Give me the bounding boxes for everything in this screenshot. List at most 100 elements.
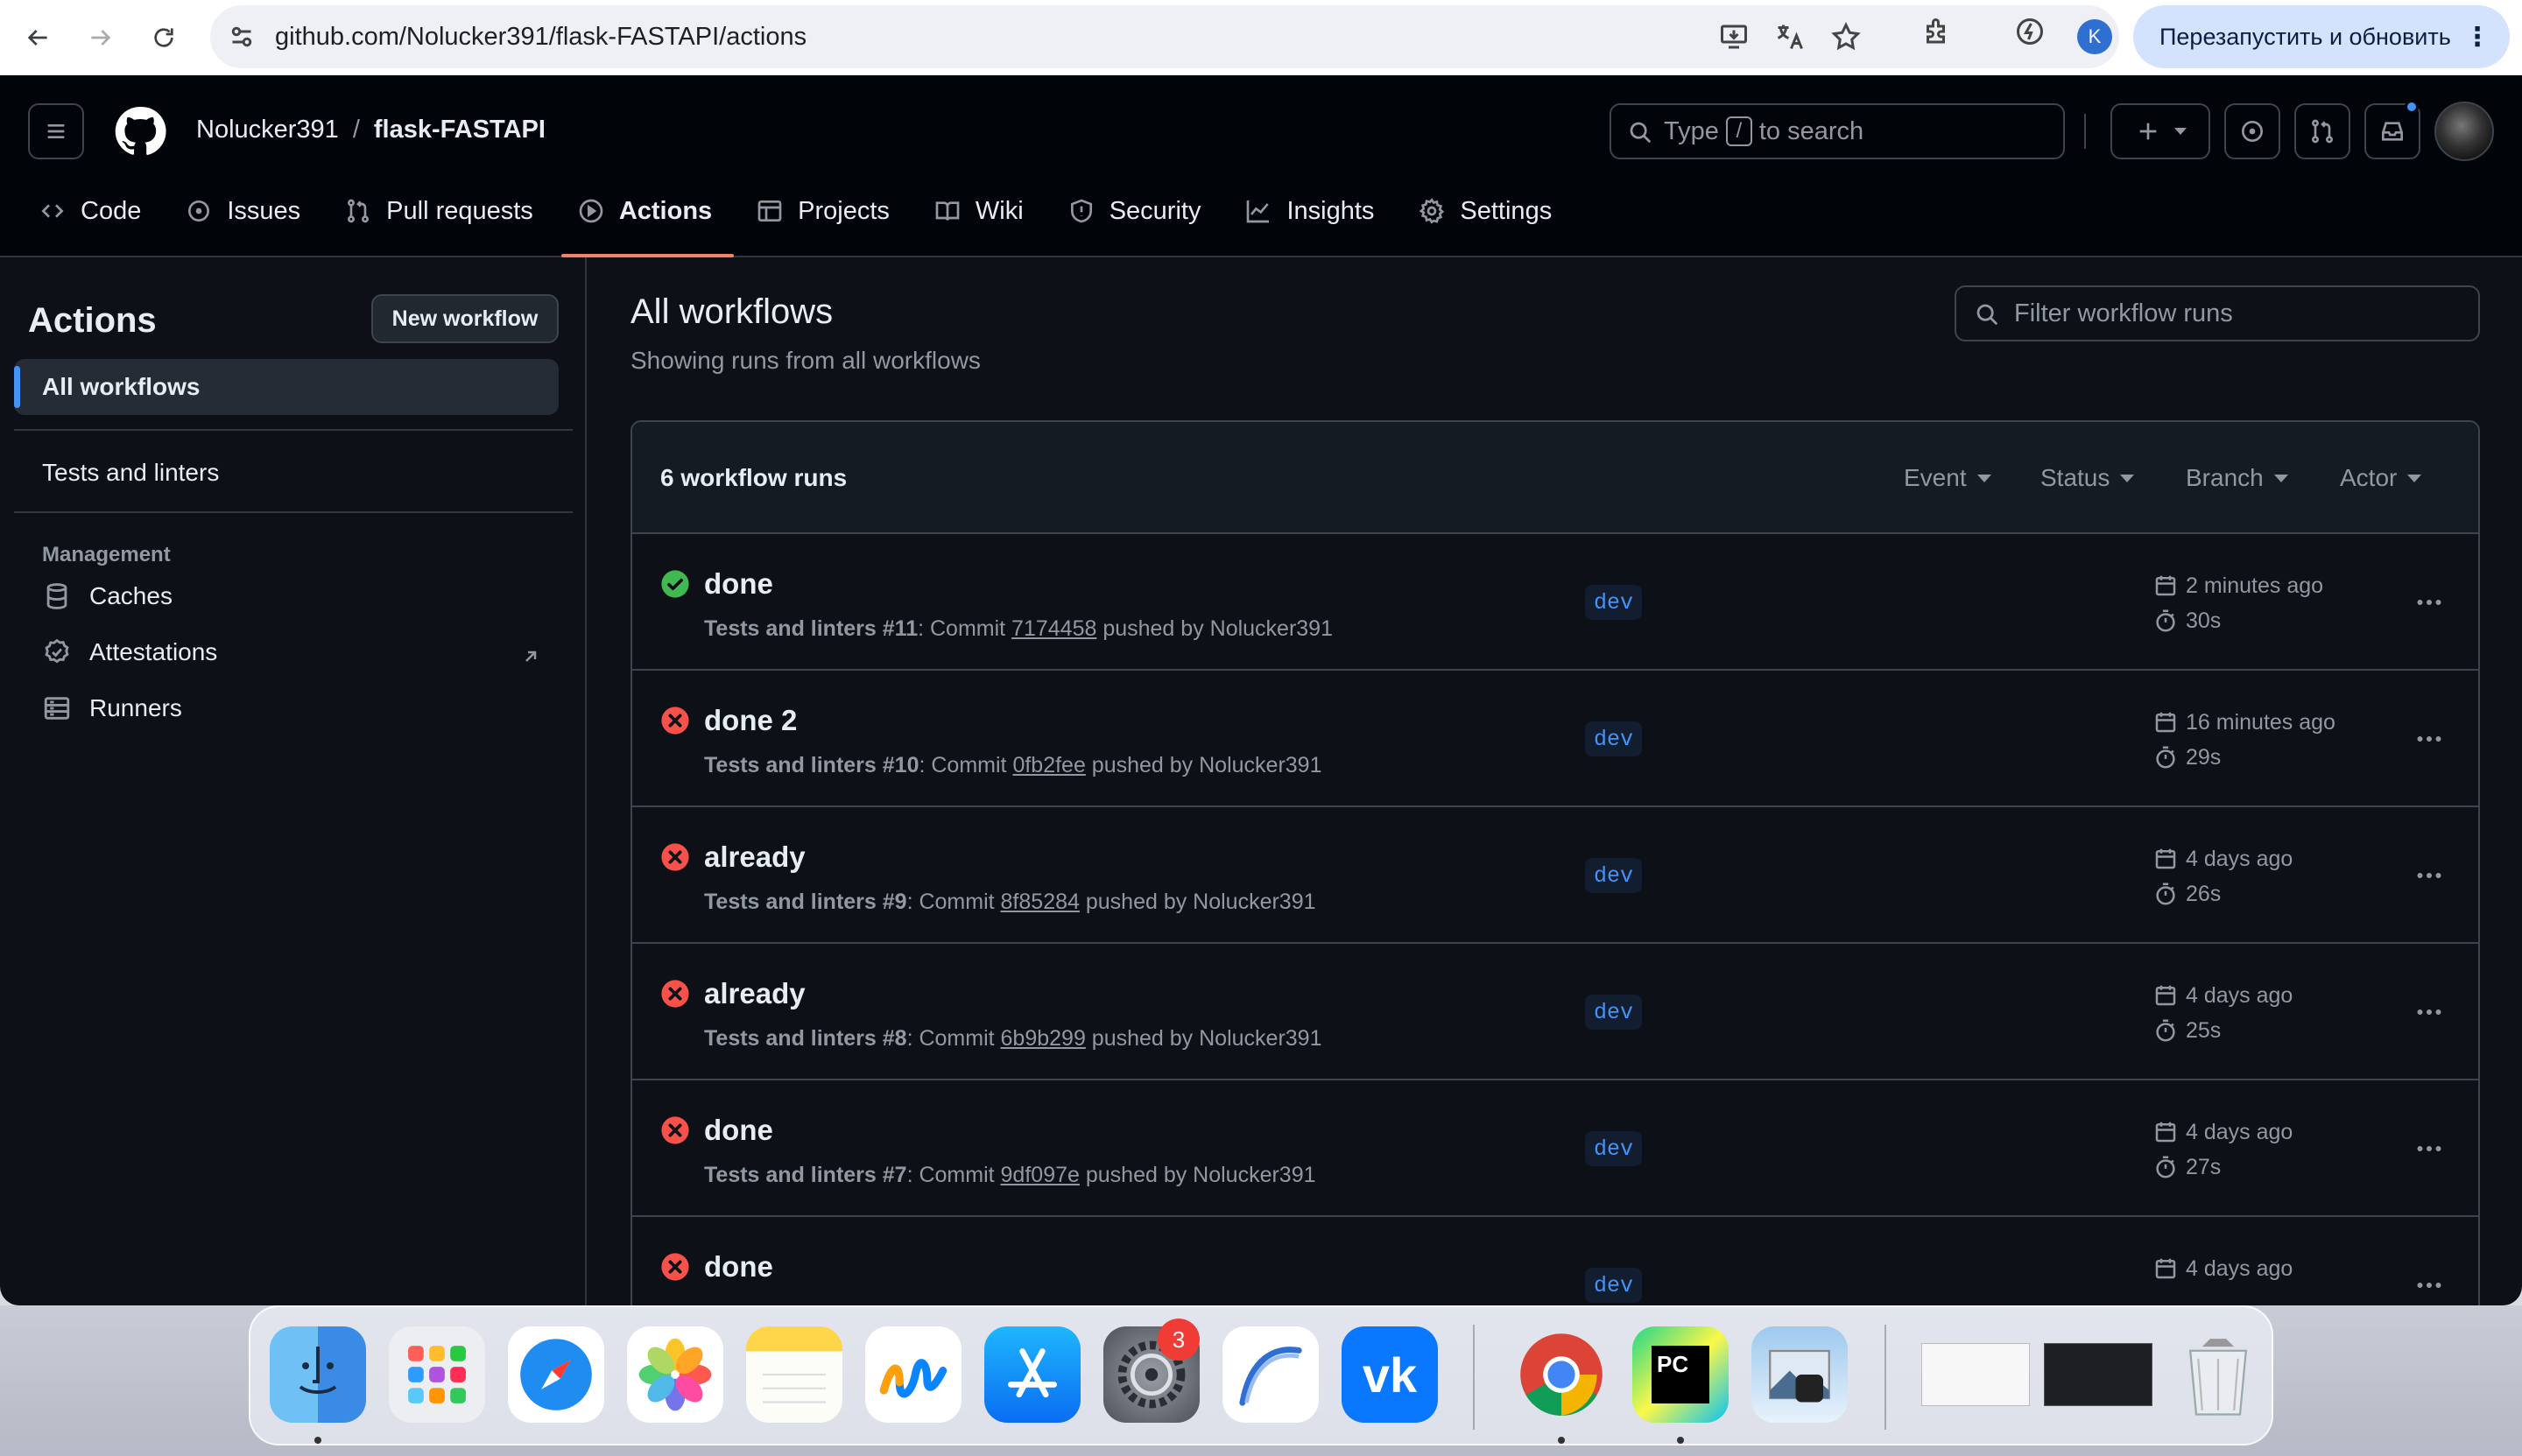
run-title-link[interactable]: done 2 bbox=[704, 704, 797, 737]
app-store-icon[interactable] bbox=[984, 1326, 1081, 1423]
commit-sha-link[interactable]: 7174458 bbox=[1011, 616, 1096, 641]
vk-icon[interactable]: vk bbox=[1342, 1326, 1438, 1423]
branch-label[interactable]: dev bbox=[1585, 1131, 1643, 1166]
run-meta: Tests and linters #11: Commit 7174458 pu… bbox=[704, 616, 1333, 642]
more-vert-icon[interactable]: ⋮ bbox=[2464, 22, 2490, 53]
tab-insights[interactable]: Insights bbox=[1244, 189, 1396, 233]
preview-icon[interactable] bbox=[1751, 1326, 1848, 1423]
pycharm-icon[interactable]: PC bbox=[1632, 1326, 1729, 1423]
run-options-button[interactable] bbox=[2401, 995, 2457, 1030]
triangle-down-icon bbox=[2407, 474, 2422, 482]
install-app-icon[interactable] bbox=[1718, 21, 1750, 53]
forward-button[interactable] bbox=[79, 16, 123, 60]
trash-icon[interactable] bbox=[2170, 1326, 2266, 1423]
actor-filter-dropdown[interactable]: Actor bbox=[2340, 464, 2422, 492]
workflow-run-row[interactable]: done Tests and linters #11: Commit 717445… bbox=[632, 534, 2478, 671]
user-avatar[interactable] bbox=[2434, 102, 2494, 161]
notes-icon[interactable] bbox=[746, 1326, 842, 1423]
sidebar-item-runners[interactable]: Runners bbox=[42, 693, 182, 723]
workflow-run-row[interactable]: already Tests and linters #9: Commit 8f85… bbox=[632, 807, 2478, 944]
tab-issues[interactable]: Issues bbox=[185, 189, 322, 233]
window-thumbnail bbox=[1921, 1343, 2030, 1406]
run-options-button[interactable] bbox=[2401, 585, 2457, 620]
run-workflow-name[interactable]: Tests and linters #9 bbox=[704, 890, 907, 914]
run-title-link[interactable]: already bbox=[704, 841, 806, 874]
chrome-icon[interactable] bbox=[1513, 1326, 1610, 1423]
run-workflow-name[interactable]: Tests and linters #7 bbox=[704, 1163, 907, 1187]
owner-link[interactable]: Nolucker391 bbox=[196, 116, 339, 144]
tab-security[interactable]: Security bbox=[1067, 189, 1223, 233]
sidebar-item-all-workflows[interactable]: All workflows bbox=[14, 359, 559, 415]
launchpad-icon[interactable] bbox=[389, 1326, 485, 1423]
tab-actions[interactable]: Actions bbox=[560, 189, 735, 257]
branch-label[interactable]: dev bbox=[1585, 585, 1643, 620]
commit-sha-link[interactable]: 8f85284 bbox=[1001, 890, 1080, 914]
safari-icon[interactable] bbox=[508, 1326, 604, 1423]
tab-wiki[interactable]: Wiki bbox=[933, 189, 1046, 233]
x-circle-icon bbox=[661, 980, 689, 1008]
new-workflow-button[interactable]: New workflow bbox=[371, 294, 559, 343]
status-filter-dropdown[interactable]: Status bbox=[2040, 464, 2135, 492]
sidebar-item-tests-and-linters[interactable]: Tests and linters bbox=[42, 459, 219, 487]
finder-face-icon bbox=[299, 1347, 337, 1394]
create-new-button[interactable] bbox=[2110, 103, 2210, 159]
sidebar-item-caches[interactable]: Caches bbox=[42, 581, 173, 611]
tab-settings[interactable]: Settings bbox=[1418, 189, 1574, 233]
minimized-window-2[interactable] bbox=[2037, 1326, 2159, 1423]
profile-avatar[interactable]: K bbox=[2077, 19, 2112, 54]
site-settings-icon[interactable] bbox=[226, 21, 257, 53]
run-workflow-name[interactable]: Tests and linters #10 bbox=[704, 753, 919, 777]
tab-code[interactable]: Code bbox=[39, 189, 163, 233]
run-title-link[interactable]: done bbox=[704, 1114, 773, 1147]
extensions-icon[interactable] bbox=[1921, 16, 1953, 47]
run-options-button[interactable] bbox=[2401, 1268, 2457, 1303]
tab-projects[interactable]: Projects bbox=[756, 189, 912, 233]
minimized-window-1[interactable] bbox=[1914, 1326, 2037, 1423]
global-search[interactable]: Type / to search bbox=[1610, 103, 2065, 159]
repo-link[interactable]: flask-FASTAPI bbox=[374, 116, 546, 144]
relaunch-button[interactable]: Перезапустить и обновить ⋮ bbox=[2133, 5, 2510, 68]
branch-label[interactable]: dev bbox=[1585, 995, 1643, 1030]
search-prefix: Type bbox=[1664, 116, 1719, 145]
run-title-link[interactable]: already bbox=[704, 977, 806, 1010]
run-workflow-name[interactable]: Tests and linters #11 bbox=[704, 616, 918, 641]
run-title-link[interactable]: done bbox=[704, 1250, 773, 1284]
branch-label[interactable]: dev bbox=[1585, 858, 1643, 893]
issues-button[interactable] bbox=[2224, 103, 2280, 159]
arc-browser-icon[interactable] bbox=[1222, 1326, 1319, 1423]
url-text[interactable]: github.com/Nolucker391/flask-FASTAPI/act… bbox=[275, 23, 807, 52]
filter-runs-input[interactable]: Filter workflow runs bbox=[1955, 285, 2480, 341]
branch-label[interactable]: dev bbox=[1585, 721, 1643, 756]
menu-button[interactable] bbox=[28, 103, 84, 159]
github-logo-icon[interactable] bbox=[112, 103, 168, 159]
translate-icon[interactable] bbox=[1774, 21, 1806, 53]
commit-sha-link[interactable]: 9df097e bbox=[1001, 1163, 1080, 1187]
pull-requests-button[interactable] bbox=[2294, 103, 2350, 159]
hamburger-icon bbox=[47, 124, 65, 138]
run-options-button[interactable] bbox=[2401, 858, 2457, 893]
branch-label[interactable]: dev bbox=[1585, 1268, 1643, 1303]
workflow-run-row[interactable]: done dev 4 days ago bbox=[632, 1217, 2478, 1305]
bookmark-star-icon[interactable] bbox=[1830, 21, 1862, 53]
workflow-run-row[interactable]: already Tests and linters #8: Commit 6b9b… bbox=[632, 944, 2478, 1080]
address-bar[interactable]: github.com/Nolucker391/flask-FASTAPI/act… bbox=[210, 5, 2119, 68]
freeform-icon[interactable] bbox=[865, 1326, 962, 1423]
performance-icon[interactable] bbox=[2014, 16, 2046, 47]
reload-button[interactable] bbox=[142, 16, 186, 60]
workflow-run-row[interactable]: done 2 Tests and linters #10: Commit 0fb2… bbox=[632, 671, 2478, 807]
commit-sha-link[interactable]: 6b9b299 bbox=[1001, 1026, 1086, 1051]
commit-sha-link[interactable]: 0fb2fee bbox=[1012, 753, 1085, 777]
run-options-button[interactable] bbox=[2401, 1131, 2457, 1166]
workflow-run-row[interactable]: done Tests and linters #7: Commit 9df097e… bbox=[632, 1080, 2478, 1217]
run-workflow-name[interactable]: Tests and linters #8 bbox=[704, 1026, 907, 1051]
back-button[interactable] bbox=[16, 16, 60, 60]
tab-pull-requests[interactable]: Pull requests bbox=[344, 189, 555, 233]
finder-icon[interactable] bbox=[270, 1326, 366, 1423]
event-filter-dropdown[interactable]: Event bbox=[1904, 464, 1991, 492]
photos-icon[interactable] bbox=[627, 1326, 723, 1423]
run-options-button[interactable] bbox=[2401, 721, 2457, 756]
branch-filter-dropdown[interactable]: Branch bbox=[2186, 464, 2288, 492]
run-title-link[interactable]: done bbox=[704, 567, 773, 601]
play-icon bbox=[579, 199, 603, 223]
sidebar-item-attestations[interactable]: Attestations bbox=[42, 637, 217, 667]
